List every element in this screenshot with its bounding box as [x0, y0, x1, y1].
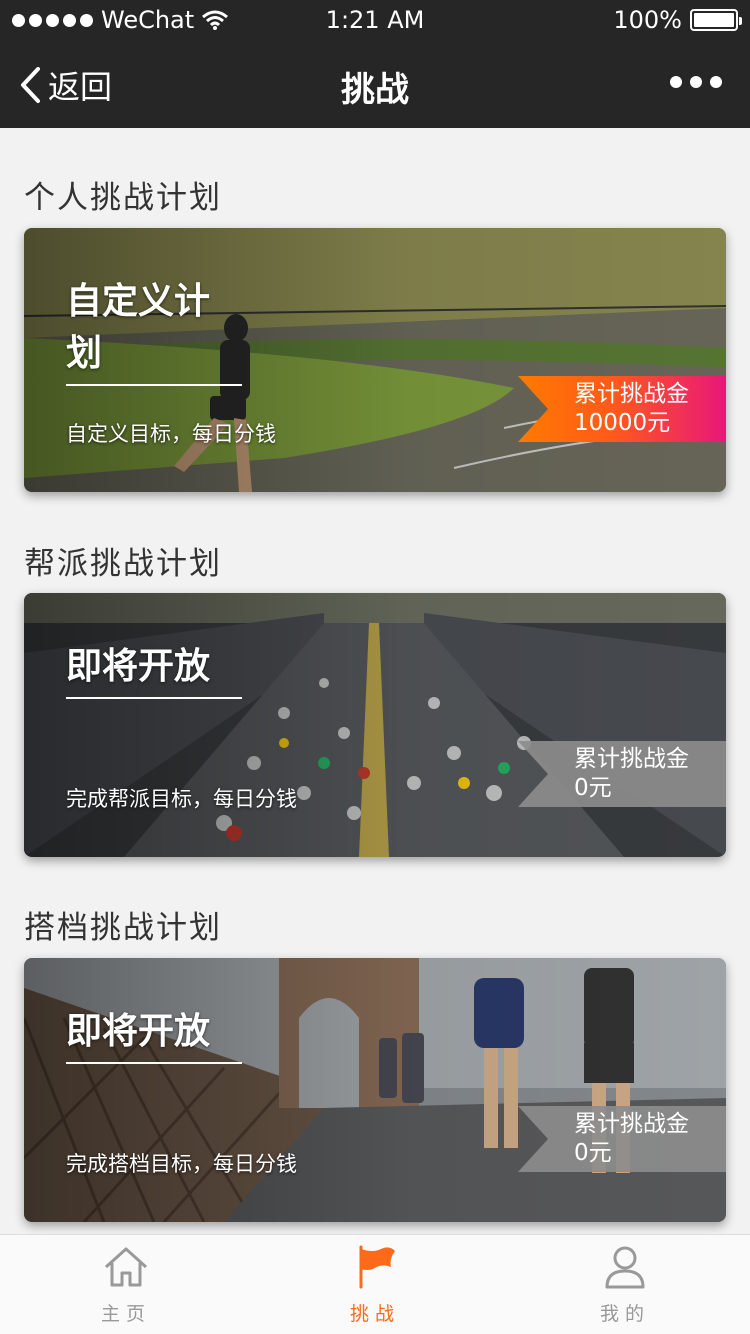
status-bar: WeChat 1:21 AM 100% [0, 0, 750, 40]
tab-bar: 主页 挑战 我的 [0, 1234, 750, 1334]
more-dot-icon [690, 76, 702, 88]
status-right: 100% [613, 6, 742, 34]
ribbon-label: 累计挑战金 [574, 746, 689, 772]
card-partner-plan[interactable]: 即将开放 完成搭档目标，每日分钱 累计挑战金 0元 [24, 958, 726, 1222]
home-icon [104, 1247, 148, 1287]
prize-ribbon: 累计挑战金 10000元 [518, 376, 726, 442]
ribbon-label: 累计挑战金 [574, 1111, 689, 1137]
more-dot-icon [670, 76, 682, 88]
card-title: 即将开放 [66, 637, 242, 699]
card-description: 完成帮派目标，每日分钱 [66, 787, 297, 811]
more-dot-icon [710, 76, 722, 88]
user-icon [605, 1246, 645, 1289]
card-title: 自定义计划 [66, 272, 242, 386]
tab-label: 主页 [100, 1303, 151, 1325]
card-overlay [24, 958, 726, 1222]
tab-mine[interactable]: 我的 [565, 1243, 685, 1326]
more-button[interactable] [670, 76, 722, 88]
tab-home[interactable]: 主页 [66, 1243, 186, 1326]
ribbon-value: 10000元 [574, 410, 671, 436]
card-custom-plan[interactable]: 自定义计划 自定义目标，每日分钱 累计挑战金 10000元 [24, 228, 726, 492]
tab-label: 我的 [599, 1303, 650, 1325]
card-description: 完成搭档目标，每日分钱 [66, 1152, 297, 1176]
section-heading-partner: 搭档挑战计划 [24, 910, 222, 946]
card-description: 自定义目标，每日分钱 [66, 422, 276, 446]
nav-bar: 返回 挑战 [0, 40, 750, 128]
section-heading-gang: 帮派挑战计划 [24, 546, 222, 582]
ribbon-label: 累计挑战金 [574, 381, 689, 407]
tab-label: 挑战 [349, 1303, 400, 1325]
battery-icon [690, 9, 742, 31]
ribbon-value: 0元 [574, 1140, 612, 1166]
prize-ribbon: 累计挑战金 0元 [518, 1106, 726, 1172]
card-gang-plan[interactable]: 即将开放 完成帮派目标，每日分钱 累计挑战金 0元 [24, 593, 726, 857]
card-overlay [24, 593, 726, 857]
prize-ribbon: 累计挑战金 0元 [518, 741, 726, 807]
page-title: 挑战 [341, 70, 409, 110]
tab-challenge[interactable]: 挑战 [315, 1243, 435, 1326]
card-title: 即将开放 [66, 1002, 242, 1064]
ribbon-value: 0元 [574, 775, 612, 801]
battery-percent: 100% [613, 6, 682, 34]
section-heading-personal: 个人挑战计划 [24, 180, 222, 216]
flag-icon [359, 1245, 395, 1289]
